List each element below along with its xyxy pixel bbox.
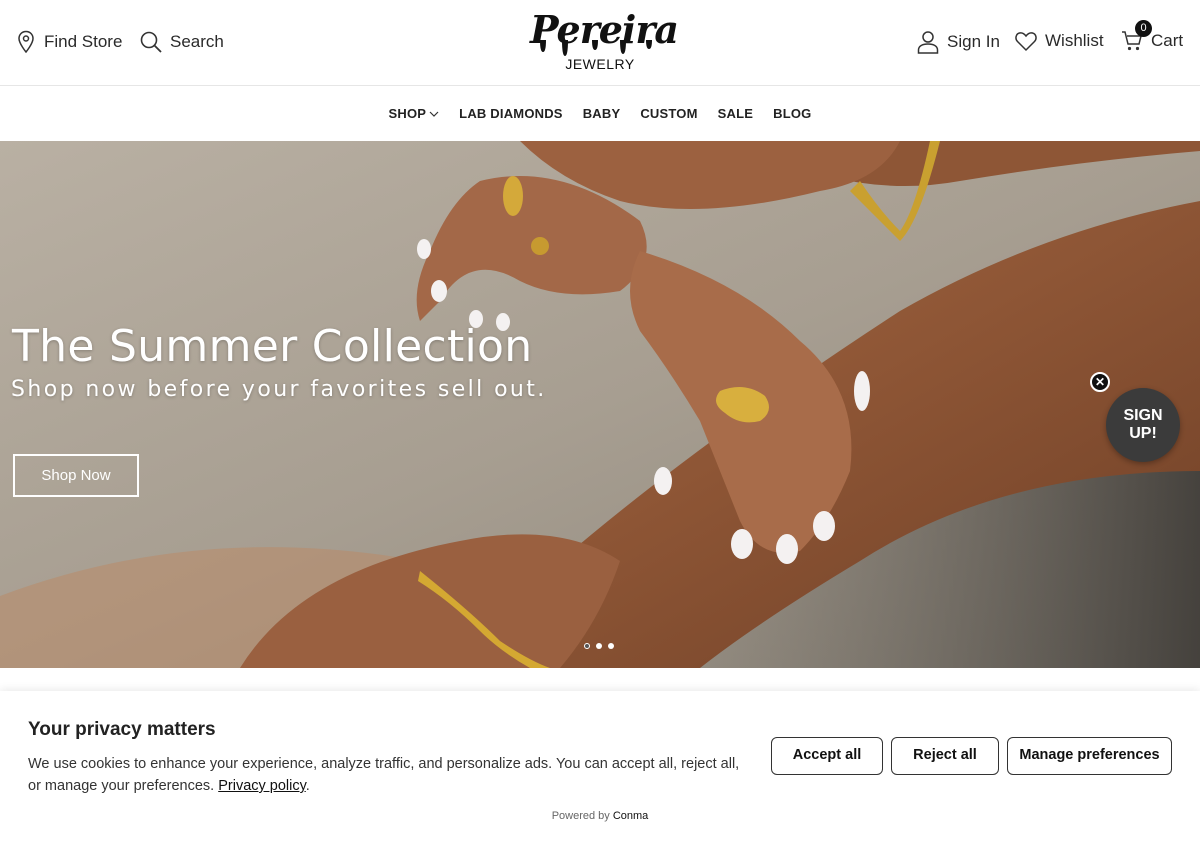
carousel-dots: [584, 643, 614, 649]
privacy-policy-link[interactable]: Privacy policy: [218, 778, 306, 794]
nav-item-label: BLOG: [773, 106, 812, 121]
nav-item-label: SHOP: [388, 106, 427, 121]
close-icon[interactable]: ✕: [1090, 372, 1110, 392]
logo-drips: [540, 40, 652, 56]
location-pin-icon: [16, 30, 36, 54]
find-store-link[interactable]: Find Store: [16, 30, 122, 54]
powered-by: Powered by Conma: [0, 810, 1200, 822]
cart-label: Cart: [1151, 31, 1184, 50]
nav-item-label: BABY: [582, 106, 621, 121]
nav-item-lab-diamonds[interactable]: LAB DIAMONDS: [459, 106, 563, 121]
signup-label-line2: UP!: [1129, 425, 1157, 442]
top-header: Find Store Search Pereira JEWELRY Sign I…: [0, 0, 1200, 86]
nav-item-label: CUSTOM: [640, 106, 698, 121]
hero-banner: The Summer Collection Shop now before yo…: [0, 141, 1200, 668]
nav-item-label: SALE: [717, 106, 754, 121]
carousel-dot[interactable]: [608, 643, 614, 649]
logo[interactable]: Pereira JEWELRY: [530, 10, 679, 74]
sign-in-label: Sign In: [947, 32, 1000, 51]
nav-item-baby[interactable]: BABY: [583, 106, 621, 121]
search-icon: [140, 30, 162, 54]
heart-icon: [1015, 30, 1037, 52]
manage-preferences-button[interactable]: Manage preferences: [1007, 737, 1172, 775]
nav-item-blog[interactable]: BLOG: [773, 106, 811, 121]
cookie-text: We use cookies to enhance your experienc…: [28, 756, 740, 794]
powered-by-prefix: Powered by: [551, 810, 610, 822]
nav-item-label: LAB DIAMONDS: [459, 106, 563, 121]
cookie-title: Your privacy matters: [28, 719, 216, 740]
shop-now-button[interactable]: Shop Now: [13, 454, 139, 497]
wishlist-link[interactable]: Wishlist: [1015, 30, 1104, 52]
powered-by-brand[interactable]: Conma: [613, 810, 648, 822]
signup-label-line1: SIGN: [1123, 407, 1163, 424]
hero-subtitle: Shop now before your favorites sell out.: [11, 377, 547, 402]
search-link[interactable]: Search: [140, 30, 224, 54]
nav-item-sale[interactable]: SALE: [718, 106, 753, 121]
hero-title: The Summer Collection: [12, 321, 533, 372]
hero-image: [0, 141, 1200, 668]
cookie-period: .: [305, 778, 310, 794]
sign-in-link[interactable]: Sign In: [917, 30, 1000, 54]
signup-label: SIGN UP!: [1123, 407, 1162, 443]
carousel-dot[interactable]: [584, 643, 590, 649]
main-nav: SHOP LAB DIAMONDS BABY CUSTOM SALE BLOG: [0, 86, 1200, 141]
reject-all-button[interactable]: Reject all: [891, 737, 999, 775]
signup-button[interactable]: SIGN UP!: [1106, 388, 1180, 462]
nav-item-shop[interactable]: SHOP: [389, 106, 440, 121]
cart-icon: 0: [1121, 20, 1152, 52]
nav-item-custom[interactable]: CUSTOM: [640, 106, 697, 121]
user-icon: [917, 30, 939, 54]
chevron-down-icon: [429, 106, 439, 121]
cart-link[interactable]: 0 Cart: [1121, 20, 1184, 52]
accept-all-button[interactable]: Accept all: [771, 737, 883, 775]
find-store-label: Find Store: [44, 32, 123, 51]
cookie-banner: Your privacy matters We use cookies to e…: [0, 691, 1200, 850]
carousel-dot[interactable]: [596, 643, 602, 649]
cart-count-badge: 0: [1135, 20, 1152, 37]
cookie-description: We use cookies to enhance your experienc…: [28, 753, 748, 797]
search-label: Search: [170, 32, 224, 51]
wishlist-label: Wishlist: [1045, 31, 1104, 50]
